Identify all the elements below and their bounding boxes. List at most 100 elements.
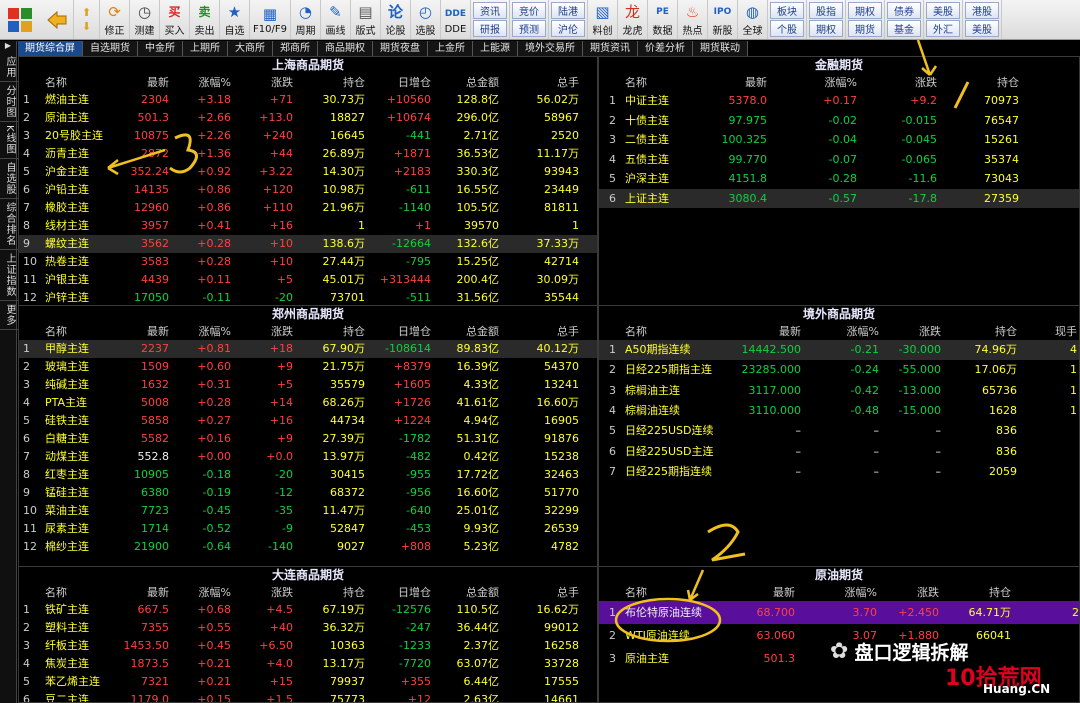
overseas-header-2[interactable]: 最新 (719, 323, 801, 339)
expand-icon[interactable]: ▶ (0, 41, 16, 53)
table-row[interactable]: 4 焦炭主连 1873.5 +0.21 +4.0 13.17万 -7720 63.07亿 337… (19, 655, 597, 673)
table-row[interactable]: 2 日经225期指主连 23285.000 -0.24 -55.000 17.06万 1 (599, 360, 1079, 380)
test-build-button[interactable]: ◷ 测建 (130, 0, 160, 39)
tab-5[interactable]: 郑商所 (273, 41, 318, 56)
tab-11[interactable]: 期货资讯 (583, 41, 638, 56)
table-row[interactable]: 6 白糖主连 5582 +0.16 +9 27.39万 -1782 51.31亿 91876 (19, 430, 597, 448)
table-row[interactable]: 7 日经225期指连续 – – – 2059 (599, 462, 1079, 482)
sell-button[interactable]: 卖卖出 (190, 0, 220, 39)
tab-9[interactable]: 上能源 (473, 41, 518, 56)
hotspot-button[interactable]: ♨ 热点 (678, 0, 708, 39)
table-row[interactable]: 6 豆二主连 1179.0 +0.15 +1.5 75773 +12 2.63亿 14661 (19, 691, 597, 702)
dalian-header-1[interactable]: 名称 (45, 584, 67, 600)
forex-button[interactable]: 外汇 (925, 20, 960, 37)
finance-header-4[interactable]: 涨跌 (857, 74, 937, 90)
tab-2[interactable]: 中金所 (138, 41, 183, 56)
overseas-header-3[interactable]: 涨幅% (801, 323, 879, 339)
sidebar-item-5[interactable]: 上证指数 (0, 250, 19, 301)
data-button[interactable]: PE 数据 (648, 0, 678, 39)
crude-header-3[interactable]: 涨幅% (795, 584, 877, 600)
table-row[interactable]: 11 沪银主连 4439 +0.11 +5 45.01万 +313444 200.4亿 30.0… (19, 271, 597, 289)
table-row[interactable]: 3 棕榈油主连 3117.000 -0.42 -13.000 65736 1 (599, 381, 1079, 401)
table-row[interactable]: 9 锰硅主连 6380 -0.19 -12 68372 -956 16.60亿 51770 (19, 484, 597, 502)
tab-13[interactable]: 期货联动 (693, 41, 748, 56)
stock-screen-button[interactable]: ◴ 选股 (411, 0, 441, 39)
tab-4[interactable]: 大商所 (228, 41, 273, 56)
zhengzhou-header-2[interactable]: 最新 (109, 323, 169, 339)
materials-button[interactable]: ▧ 料创 (588, 0, 618, 39)
table-row[interactable]: 12 棉纱主连 21900 -0.64 -140 9027 +808 5.23亿 4782 (19, 538, 597, 556)
table-row[interactable]: 3 纯碱主连 1632 +0.31 +5 35579 +1605 4.33亿 13241 (19, 376, 597, 394)
table-row[interactable]: 4 五债主连 99.770 -0.07 -0.065 35374 (599, 150, 1079, 170)
global-button[interactable]: ◍ 全球 (738, 0, 768, 39)
crude-header-4[interactable]: 涨跌 (877, 584, 939, 600)
hk-connect-button[interactable]: 陆港 (550, 2, 585, 19)
table-row[interactable]: 5 日经225USD连续 – – – 836 (599, 421, 1079, 441)
table-row[interactable]: 2 原油主连 501.3 +2.66 +13.0 18827 +10674 296.0亿 589… (19, 109, 597, 127)
down-arrow-icon[interactable]: ⬇ (82, 20, 91, 34)
table-row[interactable]: 2 塑料主连 7355 +0.55 +40 36.32万 -247 36.44亿 99012 (19, 619, 597, 637)
sidebar-item-2[interactable]: K线图 (0, 122, 19, 159)
auction-button[interactable]: 竞价 (511, 2, 546, 19)
zhengzhou-header-8[interactable]: 总手 (499, 323, 579, 339)
table-row[interactable]: 5 苯乙烯主连 7321 +0.21 +15 79937 +355 6.44亿 17555 (19, 673, 597, 691)
watchlist-button[interactable]: ★ 自选 (220, 0, 250, 39)
dalian-header-4[interactable]: 涨跌 (231, 584, 293, 600)
tab-3[interactable]: 上期所 (183, 41, 228, 56)
crude-header-1[interactable]: 名称 (625, 584, 647, 600)
table-row[interactable]: 7 动煤主连 552.8 +0.00 +0.0 13.97万 -482 0.42亿 15238 (19, 448, 597, 466)
news-button[interactable]: 资讯 (472, 2, 507, 19)
options-button-2[interactable]: 期权 (847, 2, 882, 19)
table-row[interactable]: 1 燃油主连 2304 +3.18 +71 30.73万 +10560 128.8亿 56.02… (19, 91, 597, 109)
table-row[interactable]: 1 中证主连 5378.0 +0.17 +9.2 70973 (599, 91, 1079, 111)
table-row[interactable]: 6 日经225USD主连 – – – 836 (599, 442, 1079, 462)
back-button[interactable] (40, 0, 74, 39)
tab-0[interactable]: 期货综合屏 (18, 41, 83, 56)
table-row[interactable]: 8 红枣主连 10905 -0.18 -20 30415 -955 17.72亿 32463 (19, 466, 597, 484)
app-logo[interactable] (0, 0, 40, 40)
shanghai-header-8[interactable]: 总手 (499, 74, 579, 90)
shanghai-header-7[interactable]: 总金额 (431, 74, 499, 90)
table-row[interactable]: 6 上证主连 3080.4 -0.57 -17.8 27359 (599, 188, 1079, 208)
tab-6[interactable]: 商品期权 (318, 41, 373, 56)
futures-button[interactable]: 期货 (847, 20, 882, 37)
us-stock-button-2[interactable]: 美股 (964, 20, 999, 37)
shanghai-header-3[interactable]: 涨幅% (169, 74, 231, 90)
dde-button[interactable]: DDE DDE (441, 0, 471, 39)
sidebar-item-3[interactable]: 自选股 (0, 159, 19, 199)
zhengzhou-header-5[interactable]: 持仓 (293, 323, 365, 339)
shanghai-header-1[interactable]: 名称 (45, 74, 67, 90)
table-row[interactable]: 1 布伦特原油连续 68.700 3.70 +2.450 64.71万 2 (599, 601, 1079, 624)
sidebar-item-1[interactable]: 分时图 (0, 82, 19, 122)
table-row[interactable]: 11 尿素主连 1714 -0.52 -9 52847 -453 9.93亿 26539 (19, 520, 597, 538)
zhengzhou-header-3[interactable]: 涨幅% (169, 323, 231, 339)
dalian-header-2[interactable]: 最新 (109, 584, 169, 600)
funds-button[interactable]: 基金 (886, 20, 921, 37)
table-row[interactable]: 4 沥青主连 2872 +1.36 +44 26.89万 +1871 36.53亿 11.17万 (19, 145, 597, 163)
tab-10[interactable]: 境外交易所 (518, 41, 583, 56)
dalian-header-3[interactable]: 涨幅% (169, 584, 231, 600)
overseas-header-1[interactable]: 名称 (625, 323, 647, 339)
up-arrow-icon[interactable]: ⬆ (82, 6, 91, 20)
table-row[interactable]: 2 玻璃主连 1509 +0.60 +9 21.75万 +8379 16.39亿 54370 (19, 358, 597, 376)
bonds-button[interactable]: 债券 (886, 2, 921, 19)
layout-button[interactable]: ▤ 版式 (351, 0, 381, 39)
shanghai-header-5[interactable]: 持仓 (293, 74, 365, 90)
dragon-tiger-button[interactable]: 龙龙虎 (618, 0, 648, 39)
table-row[interactable]: 1 甲醇主连 2237 +0.81 +18 67.90万 -108614 89.83亿 40.1… (19, 340, 597, 358)
finance-header-1[interactable]: 名称 (625, 74, 647, 90)
dalian-header-8[interactable]: 总手 (499, 584, 579, 600)
ipo-button[interactable]: IPO 新股 (708, 0, 738, 39)
table-row[interactable]: 10 菜油主连 7723 -0.45 -35 11.47万 -640 25.01亿 32299 (19, 502, 597, 520)
index-futures-button[interactable]: 股指 (808, 2, 843, 19)
table-row[interactable]: 5 沪金主连 352.24 +0.92 +3.22 14.30万 +2183 330.3亿 93… (19, 163, 597, 181)
research-button[interactable]: 研报 (472, 20, 507, 37)
overseas-header-6[interactable]: 现手 (1017, 323, 1077, 339)
table-row[interactable]: 8 线材主连 3957 +0.41 +16 1 +1 39570 1 (19, 217, 597, 235)
hk-stock-button[interactable]: 港股 (964, 2, 999, 19)
us-stock-button[interactable]: 美股 (925, 2, 960, 19)
table-row[interactable]: 4 棕榈油连续 3110.000 -0.48 -15.000 1628 1 (599, 401, 1079, 421)
overseas-header-4[interactable]: 涨跌 (879, 323, 941, 339)
table-row[interactable]: 7 橡胶主连 12960 +0.86 +110 21.96万 -1140 105.5亿 8181… (19, 199, 597, 217)
overseas-header-5[interactable]: 持仓 (941, 323, 1017, 339)
